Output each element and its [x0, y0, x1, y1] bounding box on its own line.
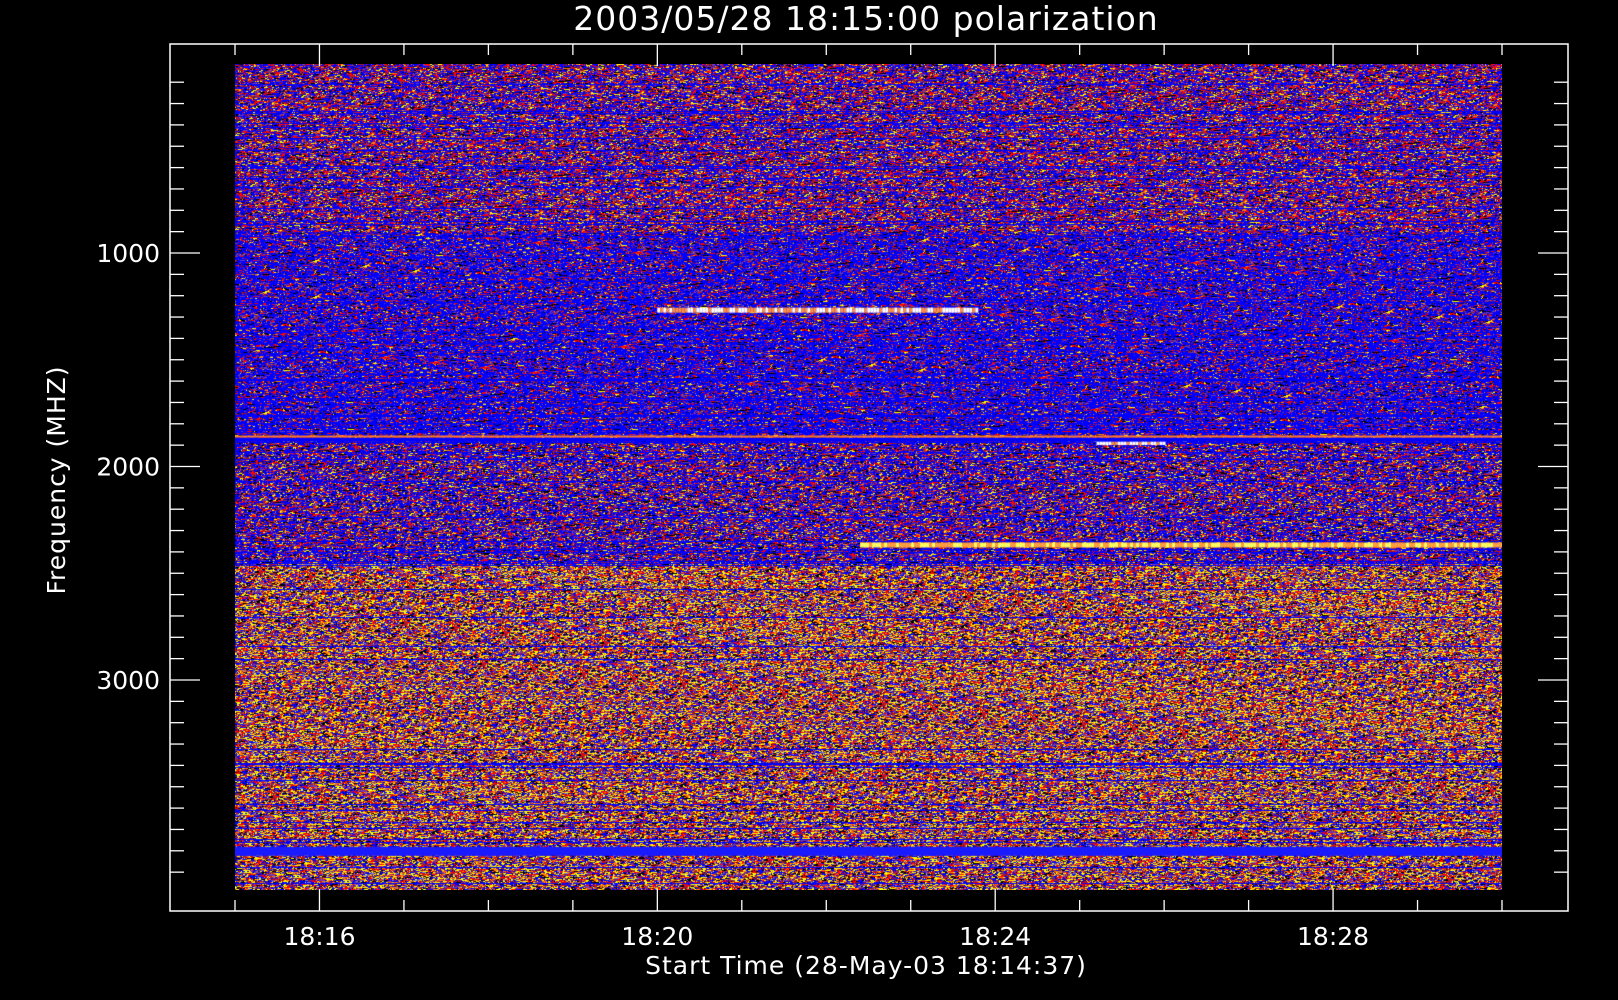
y-tick-label: 3000	[96, 666, 160, 695]
x-tick-label: 18:24	[959, 922, 1031, 951]
x-tick-label: 18:16	[283, 922, 355, 951]
y-axis-label: Frequency (MHZ)	[42, 365, 71, 594]
y-tick-label: 2000	[96, 453, 160, 482]
x-tick-labels: 18:16 18:20 18:24 18:28	[283, 922, 1369, 951]
x-axis-label: Start Time (28-May-03 18:14:37)	[645, 951, 1087, 980]
heatmap-canvas-holder	[235, 64, 1502, 890]
heatmap-image	[235, 64, 1502, 890]
heatmap-canvas	[235, 64, 1502, 890]
y-tick-label: 1000	[96, 239, 160, 268]
x-tick-label: 18:28	[1297, 922, 1369, 951]
chart-title: 2003/05/28 18:15:00 polarization	[573, 0, 1158, 38]
chart-page: 2003/05/28 18:15:00 polarization 18:16 18…	[0, 0, 1618, 1000]
spectrogram-chart: 2003/05/28 18:15:00 polarization 18:16 18…	[42, 0, 1569, 980]
y-tick-labels: 1000 2000 3000	[96, 239, 160, 695]
x-tick-label: 18:20	[621, 922, 693, 951]
